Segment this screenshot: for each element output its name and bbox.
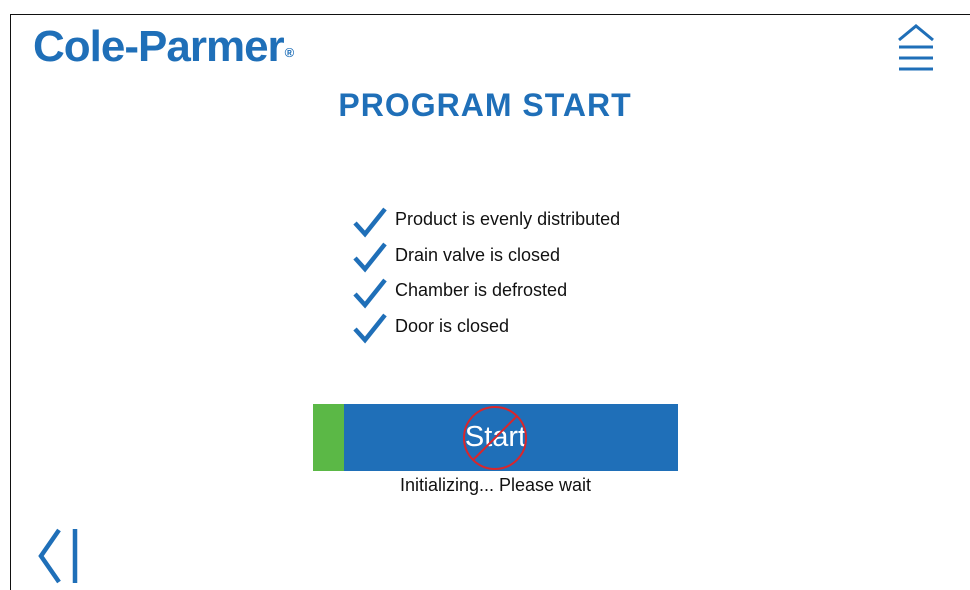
checklist-item: Chamber is defrosted: [352, 275, 620, 311]
checklist-item-label: Drain valve is closed: [395, 244, 561, 265]
page-title: PROGRAM START: [338, 87, 632, 123]
check-icon: [353, 207, 387, 238]
checklist-item-label: Chamber is defrosted: [395, 280, 568, 301]
checklist-item: Door is closed: [352, 311, 620, 347]
menu-icon: [898, 24, 934, 71]
back-icon: [38, 528, 78, 584]
checklist-item: Product is evenly distributed: [352, 204, 620, 240]
checklist-item-label: Product is evenly distributed: [395, 209, 621, 230]
checklist-item: Drain valve is closed: [352, 240, 620, 276]
check-icon: [353, 313, 387, 344]
registered-mark: ®: [284, 45, 295, 60]
precheck-list: Product is evenly distributed Drain valv…: [352, 204, 620, 346]
no-entry-icon: [463, 406, 527, 470]
menu-button[interactable]: [894, 24, 938, 74]
status-text: Initializing... Please wait: [399, 475, 592, 495]
check-icon: [353, 242, 387, 273]
start-button[interactable]: Start: [313, 404, 678, 471]
brand-logo: Cole-Parmer®: [33, 24, 294, 70]
back-button[interactable]: [37, 527, 83, 585]
check-icon: [353, 278, 387, 309]
brand-name: Cole-Parmer: [33, 22, 285, 71]
checklist-item-label: Door is closed: [395, 315, 510, 336]
